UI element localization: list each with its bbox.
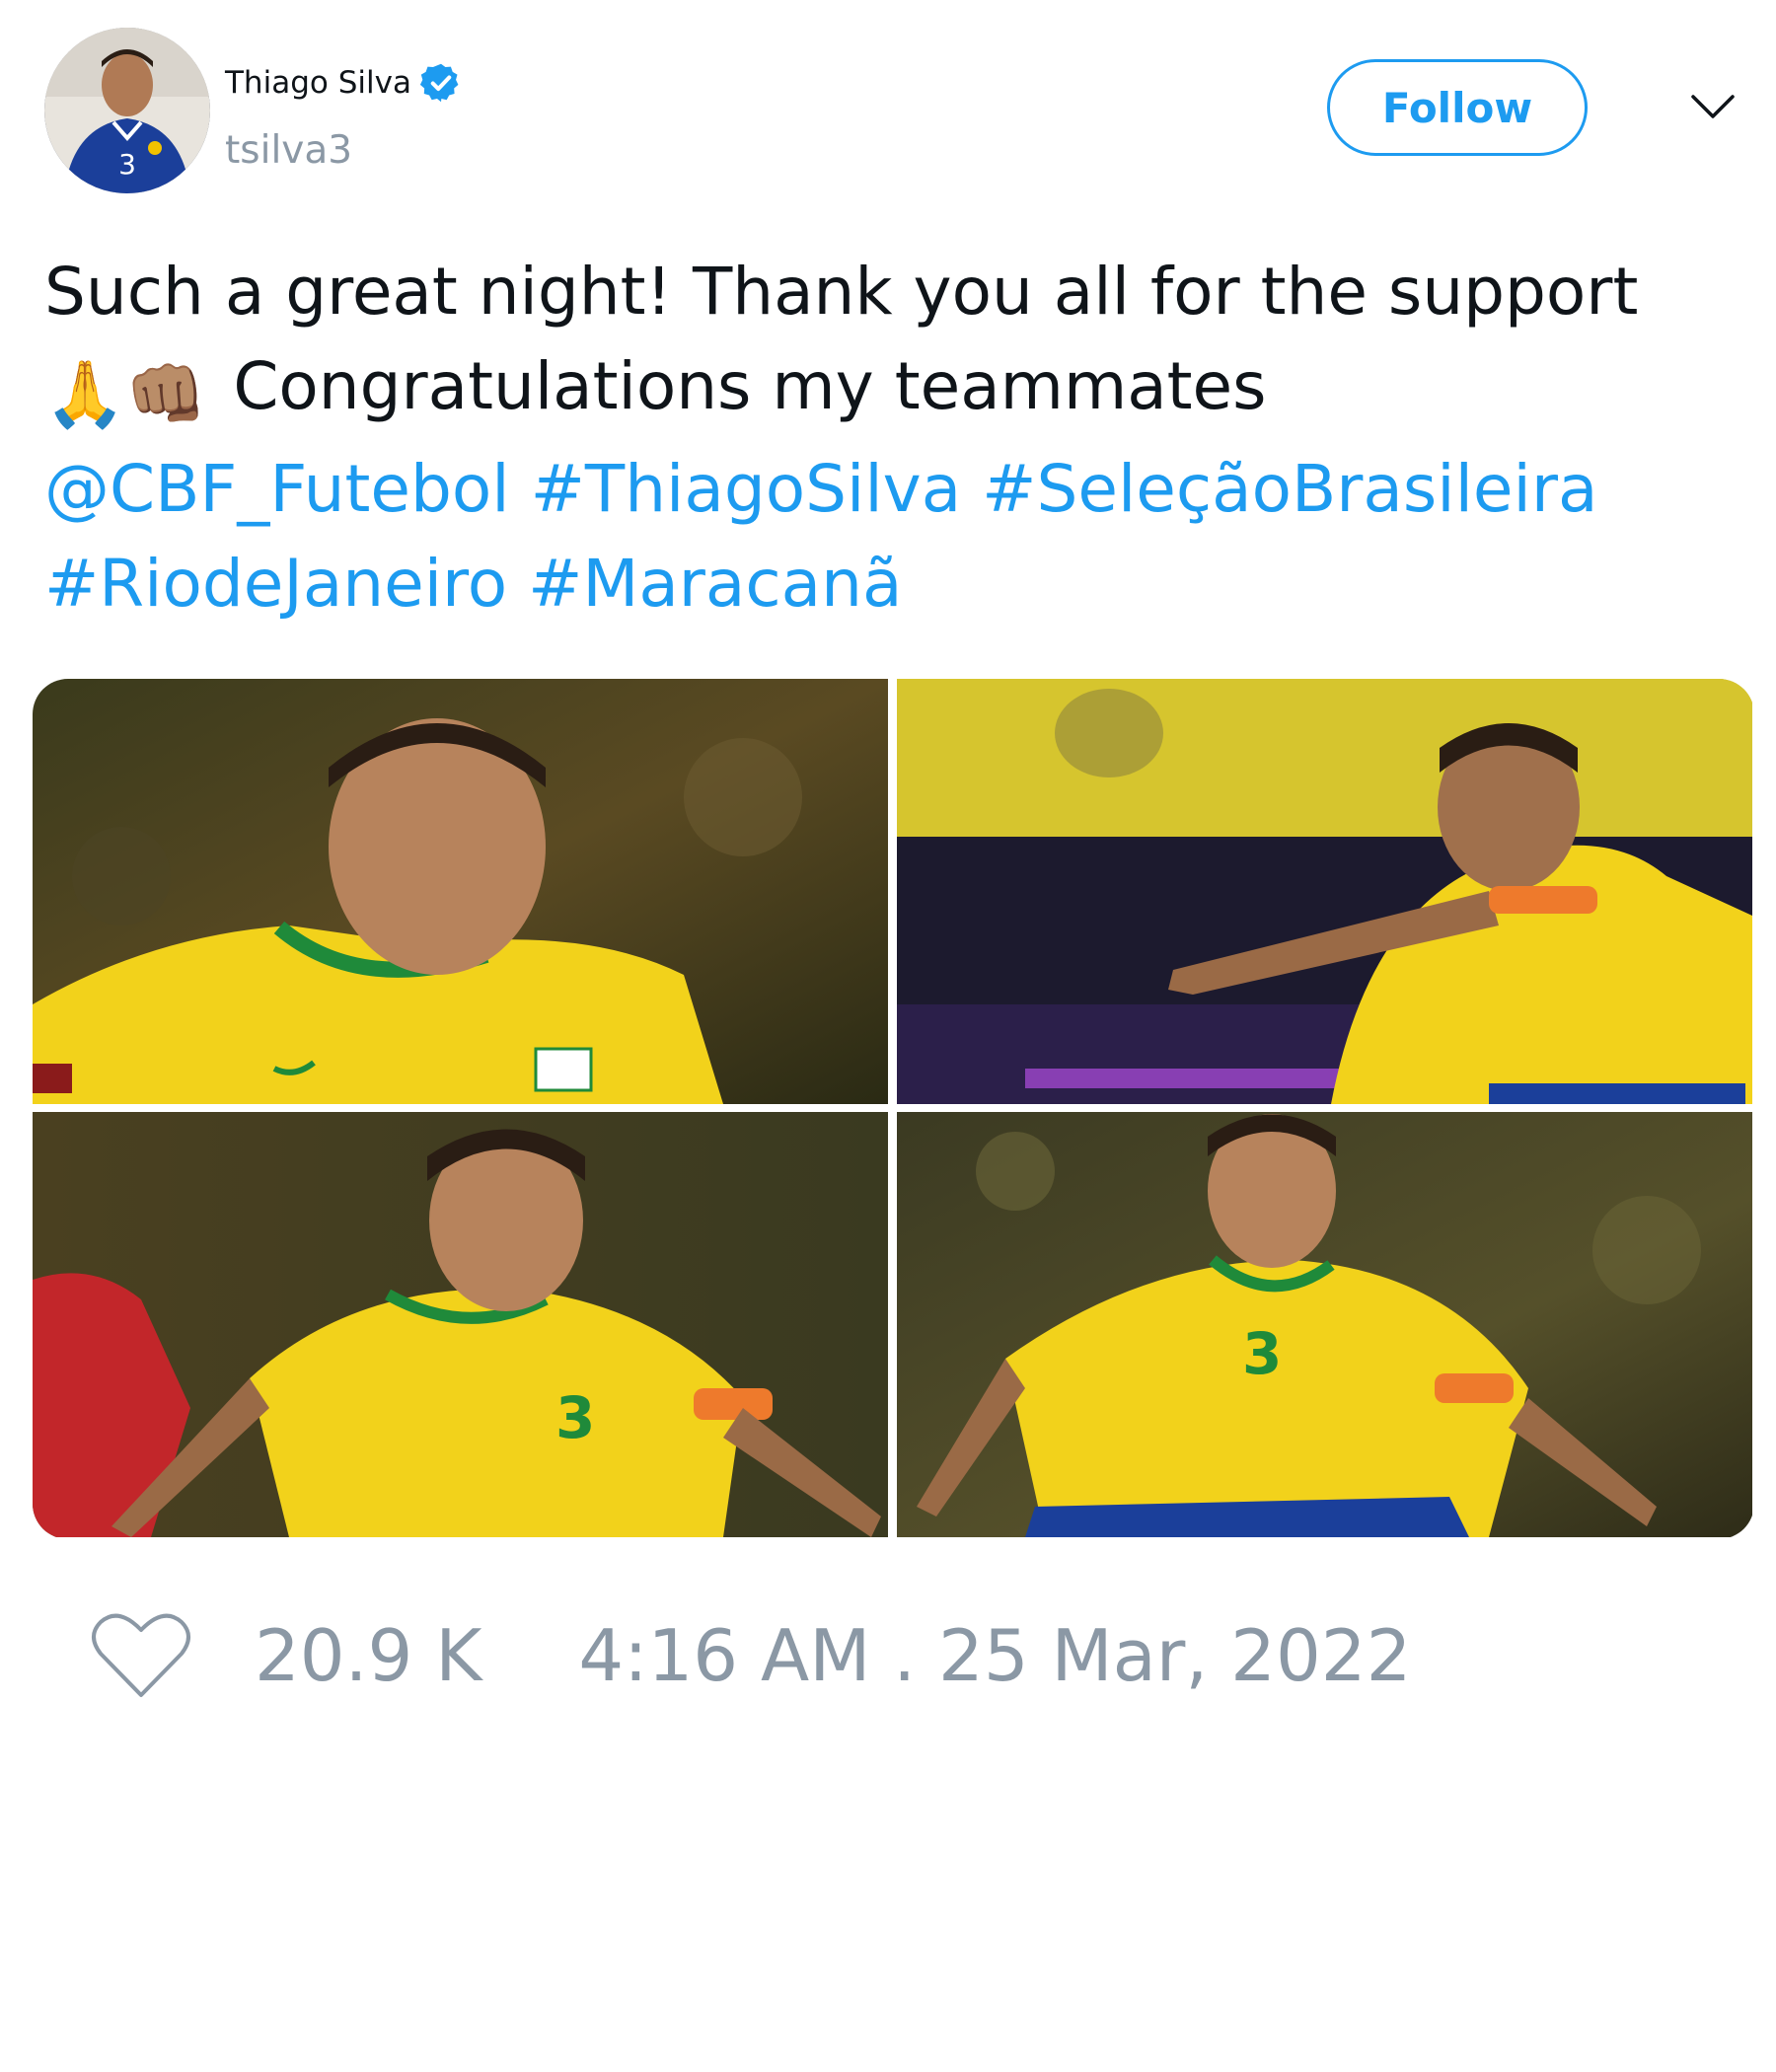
hashtag-selecaobrasileira[interactable]: #SeleçãoBrasileira (982, 451, 1597, 527)
tweet-text-line-2: 🙏👊🏽 Congratulations my teammates (44, 339, 1741, 442)
svg-text:3: 3 (1242, 1320, 1282, 1387)
verified-badge-icon (419, 63, 459, 103)
hashtag-maracana[interactable]: #Maracanã (528, 546, 902, 622)
tweet-text: Such a great night! Thank you all for th… (44, 245, 1741, 631)
photo-1-image (33, 679, 888, 1104)
photo-2[interactable] (897, 679, 1752, 1104)
timestamp[interactable]: 4:16 AM . 25 Mar, 2022 (578, 1614, 1411, 1697)
like-count: 20.9 K (255, 1614, 482, 1697)
user-handle[interactable]: tsilva3 (225, 128, 352, 173)
heart-icon[interactable] (89, 1608, 193, 1703)
avatar-photo: 3 (44, 28, 210, 193)
photo-1[interactable] (33, 679, 888, 1104)
svg-text:3: 3 (118, 148, 136, 181)
tweet-text-congrats: Congratulations my teammates (233, 348, 1267, 424)
follow-button[interactable]: Follow (1327, 59, 1588, 156)
display-name[interactable]: Thiago Silva (225, 65, 411, 101)
media-grid: 3 3 (33, 679, 1754, 1539)
tweet-text-line-3: @CBF_Futebol #ThiagoSilva #SeleçãoBrasil… (44, 442, 1741, 537)
emoji-group: 🙏👊🏽 (44, 356, 207, 432)
hashtag-riodejaneiro[interactable]: #RiodeJaneiro (44, 546, 507, 622)
tweet-text-line-1: Such a great night! Thank you all for th… (44, 254, 1639, 330)
hashtag-thiagosilva[interactable]: #ThiagoSilva (531, 451, 962, 527)
photo-3[interactable]: 3 (33, 1112, 888, 1537)
svg-text:3: 3 (555, 1384, 595, 1451)
tweet-text-line-4: #RiodeJaneiro #Maracanã (44, 537, 1741, 631)
photo-2-image (897, 679, 1752, 1104)
mention-cbf-futebol[interactable]: @CBF_Futebol (44, 451, 510, 527)
tweet-footer: 20.9 K 4:16 AM . 25 Mar, 2022 (89, 1608, 1411, 1703)
display-name-row: Thiago Silva (225, 61, 463, 105)
photo-4[interactable]: 3 (897, 1112, 1752, 1537)
photo-3-image: 3 (33, 1112, 888, 1537)
avatar[interactable]: 3 (44, 28, 210, 193)
photo-4-image: 3 (897, 1112, 1752, 1537)
chevron-down-icon[interactable] (1689, 91, 1737, 122)
